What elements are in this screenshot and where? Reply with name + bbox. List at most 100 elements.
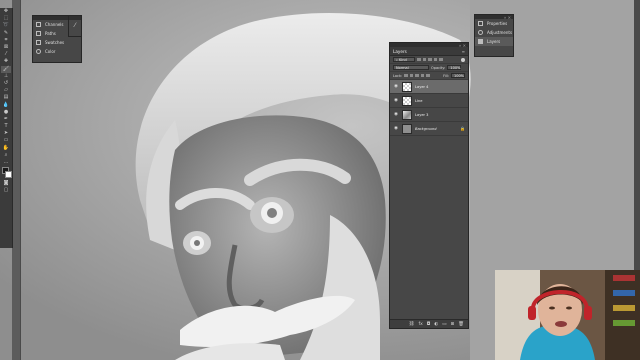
- layer-row[interactable]: ◉ Line: [390, 94, 468, 108]
- visibility-eye-icon[interactable]: ◉: [393, 126, 399, 131]
- lock-position-icon[interactable]: [415, 73, 419, 78]
- quick-mask-icon[interactable]: ◙: [1, 180, 11, 187]
- layer-name: Layer 3: [415, 112, 429, 117]
- new-group-icon[interactable]: ▭: [442, 322, 446, 327]
- channels-icon: [36, 22, 41, 27]
- adjustments-icon: [478, 30, 483, 35]
- filter-type-icon[interactable]: [428, 57, 432, 62]
- lock-icon: 🔒: [460, 126, 465, 131]
- fill-label: Fill:: [443, 73, 449, 78]
- lock-transparent-icon[interactable]: [404, 73, 408, 78]
- crop-tool-icon[interactable]: ⌗: [1, 37, 11, 44]
- filter-kind-select[interactable]: ⌕ Kind: [393, 57, 415, 62]
- adjustment-layer-icon[interactable]: ◐: [434, 322, 438, 327]
- layer-thumbnail: [402, 109, 412, 120]
- layer-name: Background: [415, 126, 437, 131]
- paths-label: Paths: [45, 31, 56, 36]
- dodge-tool-icon[interactable]: ●: [1, 109, 11, 116]
- screen-mode-icon[interactable]: ▢: [1, 187, 11, 194]
- layer-name: Line: [415, 98, 423, 103]
- clone-stamp-tool-icon[interactable]: ⊥: [1, 73, 11, 80]
- layer-row[interactable]: ◉ Background 🔒: [390, 122, 468, 136]
- layers-panel-button[interactable]: Layers: [475, 37, 513, 46]
- blur-tool-icon[interactable]: 💧: [1, 101, 11, 108]
- right-dock: » ✕ Properties Adjustments Layers: [474, 14, 514, 57]
- color-swatches: [0, 166, 12, 180]
- gradient-tool-icon[interactable]: ▤: [1, 94, 11, 101]
- blend-mode-value: Normal: [396, 65, 409, 70]
- layer-row[interactable]: ◉ Layer 4: [390, 80, 468, 94]
- lock-artboard-icon[interactable]: [420, 73, 425, 78]
- properties-panel-button[interactable]: Properties: [475, 19, 513, 28]
- add-mask-icon[interactable]: ◘: [427, 322, 431, 327]
- eyedropper-tool-icon[interactable]: ⁄: [1, 51, 11, 58]
- healing-brush-tool-icon[interactable]: ✚: [1, 58, 11, 65]
- tab-layers[interactable]: Layers: [393, 49, 407, 54]
- quick-select-tool-icon[interactable]: ✎: [1, 30, 11, 37]
- filter-adjustment-icon[interactable]: [422, 57, 426, 62]
- panel-menu-icon[interactable]: ≡: [462, 49, 465, 54]
- fill-value: 100%: [454, 73, 465, 78]
- delete-layer-icon[interactable]: 🗑: [458, 322, 464, 327]
- brush-settings-icon[interactable]: ⁄: [69, 20, 81, 32]
- hand-tool-icon[interactable]: ✋: [1, 145, 11, 152]
- lock-row: Lock: Fill: 100%: [390, 72, 468, 80]
- filter-smart-object-icon[interactable]: [439, 57, 443, 62]
- webcam-overlay: [495, 270, 640, 360]
- channels-label: Channels: [45, 22, 64, 27]
- adjustments-panel-button[interactable]: Adjustments: [475, 28, 513, 37]
- toolbar-strip: [12, 0, 21, 360]
- layer-list: ◉ Layer 4 ◉ Line ◉ Layer 3 ◉ Background …: [390, 80, 468, 136]
- blend-row: Normal Opacity: 100%: [390, 64, 468, 72]
- layer-thumbnail: [402, 95, 412, 106]
- lock-pixels-icon[interactable]: [409, 73, 414, 78]
- marquee-tool-icon[interactable]: ⬚: [1, 15, 11, 22]
- visibility-eye-icon[interactable]: ◉: [393, 84, 399, 89]
- layers-label: Layers: [487, 39, 501, 44]
- history-brush-tool-icon[interactable]: ↺: [1, 80, 11, 87]
- filter-pixel-icon[interactable]: [417, 57, 421, 62]
- background-color-swatch[interactable]: [5, 171, 12, 179]
- visibility-eye-icon[interactable]: ◉: [393, 98, 399, 103]
- new-layer-icon[interactable]: ⊞: [451, 322, 455, 327]
- opacity-field[interactable]: 100%: [447, 65, 462, 70]
- layer-name: Layer 4: [415, 84, 429, 89]
- visibility-eye-icon[interactable]: ◉: [393, 112, 399, 117]
- path-select-tool-icon[interactable]: ➤: [1, 130, 11, 137]
- adjustments-label: Adjustments: [487, 30, 513, 35]
- filter-toggle-icon[interactable]: [461, 57, 465, 62]
- paths-icon: [36, 31, 41, 36]
- opacity-value: 100%: [450, 65, 461, 70]
- blend-mode-select[interactable]: Normal: [393, 65, 429, 70]
- type-tool-icon[interactable]: T: [1, 123, 11, 130]
- brush-tool-icon[interactable]: 🖌: [1, 65, 11, 73]
- pen-tool-icon[interactable]: ✒: [1, 116, 11, 123]
- eraser-tool-icon[interactable]: ▱: [1, 87, 11, 94]
- opacity-label: Opacity:: [431, 65, 446, 70]
- layers-icon: [478, 39, 483, 44]
- layer-thumbnail: [402, 81, 412, 92]
- swatches-panel-button[interactable]: Swatches: [33, 38, 81, 47]
- layer-style-icon[interactable]: fx: [418, 322, 422, 327]
- link-layers-icon[interactable]: ⛓: [409, 322, 415, 327]
- layers-panel: » ✕ Layers ≡ ⌕ Kind Normal Opacity: 100%…: [389, 42, 469, 329]
- filter-shape-icon[interactable]: [433, 57, 437, 62]
- shape-tool-icon[interactable]: ▭: [1, 137, 11, 144]
- color-panel-button[interactable]: Color: [33, 47, 81, 56]
- more-tools-icon[interactable]: …: [1, 159, 11, 166]
- properties-label: Properties: [487, 21, 508, 26]
- color-icon: [36, 49, 41, 54]
- layer-filter-row: ⌕ Kind: [390, 56, 468, 64]
- zoom-tool-icon[interactable]: ⌕: [1, 152, 11, 159]
- lasso-tool-icon[interactable]: ➰: [1, 22, 11, 29]
- webcam-image: [495, 270, 640, 360]
- fill-field[interactable]: 100%: [451, 73, 465, 78]
- swatches-label: Swatches: [45, 40, 65, 45]
- layer-row[interactable]: ◉ Layer 3: [390, 108, 468, 122]
- tools-toolbar: ✥ ⬚ ➰ ✎ ⌗ ⊠ ⁄ ✚ 🖌 ⊥ ↺ ▱ ▤ 💧 ● ✒ T ➤ ▭ ✋ …: [0, 8, 13, 248]
- lock-label: Lock:: [393, 73, 403, 78]
- frame-tool-icon[interactable]: ⊠: [1, 44, 11, 51]
- move-tool-icon[interactable]: ✥: [1, 8, 11, 15]
- lock-all-icon[interactable]: [426, 73, 430, 78]
- layers-tab-row: Layers ≡: [390, 47, 468, 56]
